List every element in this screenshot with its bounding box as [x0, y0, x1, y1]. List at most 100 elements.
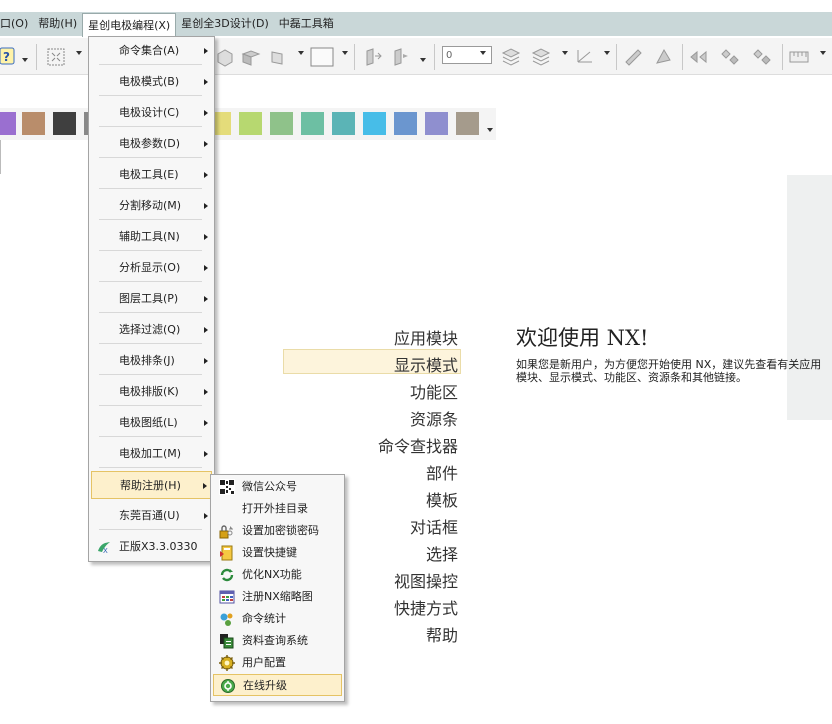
color-swatch[interactable]: [239, 112, 262, 135]
fit-view-icon[interactable]: [46, 46, 68, 68]
menu-item-layer-tools[interactable]: 图层工具(P): [91, 285, 212, 313]
menu-item-aux-tools[interactable]: 辅助工具(N): [91, 223, 212, 251]
submenu-arrow-icon: [204, 48, 208, 54]
welcome-title: 欢迎使用 NX!: [516, 326, 649, 350]
menu-item-electrode-params[interactable]: 电极参数(D): [91, 130, 212, 158]
menu-item-dongguan-baitong[interactable]: 东莞百通(U): [91, 502, 212, 530]
menu-item-electrode-machining[interactable]: 电极加工(M): [91, 440, 212, 468]
menu-item-split-move[interactable]: 分割移动(M): [91, 192, 212, 220]
svg-text:?: ?: [3, 50, 10, 64]
submenu-item-wechat[interactable]: 微信公众号: [213, 476, 342, 498]
wireframe-view-icon[interactable]: [268, 46, 290, 68]
nav-link-resource-bar[interactable]: 资源条: [410, 406, 458, 430]
nav-link-application-modules[interactable]: 应用模块: [394, 325, 458, 349]
user-config-icon: [219, 655, 235, 671]
menu-help[interactable]: 帮助(H): [33, 13, 82, 35]
toolbar-separator: [354, 44, 355, 70]
color-swatch[interactable]: [363, 112, 386, 135]
menu-window[interactable]: 口(O): [0, 13, 33, 35]
nav-link-dialogs[interactable]: 对话框: [410, 514, 458, 538]
nav-link-selection[interactable]: 选择: [426, 541, 458, 565]
submenu-item-data-query[interactable]: 资料查询系统: [213, 630, 342, 652]
layer-settings-icon[interactable]: [500, 46, 522, 68]
chevron-down-icon[interactable]: [298, 51, 304, 55]
chevron-down-icon[interactable]: [487, 128, 493, 132]
submenu-item-command-stats[interactable]: 命令统计: [213, 608, 342, 630]
menu-item-electrode-strip[interactable]: 电极排条(J): [91, 347, 212, 375]
ruler-icon[interactable]: [788, 46, 812, 68]
measure-angle-icon[interactable]: [652, 46, 674, 68]
chevron-down-icon[interactable]: [22, 58, 28, 62]
nav-link-display-mode[interactable]: 显示模式: [394, 352, 458, 376]
toolbar-separator: [434, 44, 435, 70]
chevron-down-icon[interactable]: [480, 51, 486, 55]
section-view-icon[interactable]: [362, 46, 384, 68]
submenu-arrow-icon: [204, 451, 208, 457]
menu-item-command-collection[interactable]: 命令集合(A): [91, 37, 212, 65]
chevron-down-icon[interactable]: [342, 51, 348, 55]
submenu-item-set-dongle-password[interactable]: 设置加密锁密码: [213, 520, 342, 542]
menu-item-electrode-drawing[interactable]: 电极图纸(L): [91, 409, 212, 437]
color-swatch[interactable]: [425, 112, 448, 135]
submenu-item-register-thumbnail[interactable]: 注册NX缩略图: [213, 586, 342, 608]
menu-xingchuang-electrode[interactable]: 星创电极编程(X): [82, 12, 177, 37]
background-color-icon[interactable]: [310, 46, 334, 68]
color-swatch[interactable]: [0, 112, 16, 135]
submenu-item-optimize-nx[interactable]: 优化NX功能: [213, 564, 342, 586]
wcs-icon[interactable]: [572, 46, 598, 68]
submenu-item-user-config[interactable]: 用户配置: [213, 652, 342, 674]
menu-item-electrode-layout[interactable]: 电极排版(K): [91, 378, 212, 406]
color-swatch[interactable]: [53, 112, 76, 135]
chevron-down-icon[interactable]: [562, 51, 568, 55]
shaded-view-icon[interactable]: [240, 46, 262, 68]
color-palette-toolbar: [0, 108, 496, 140]
welcome-description: 如果您是新用户，为方便您开始使用 NX，建议先查看有关应用模块、显示模式、功能区…: [516, 358, 822, 384]
color-swatch[interactable]: [456, 112, 479, 135]
color-swatch[interactable]: [394, 112, 417, 135]
color-swatch[interactable]: [332, 112, 355, 135]
menu-item-electrode-tools[interactable]: 电极工具(E): [91, 161, 212, 189]
show-hide-icon[interactable]: [688, 46, 714, 68]
chevron-down-icon[interactable]: [604, 51, 610, 55]
electrode-programming-menu: 命令集合(A) 电极模式(B) 电极设计(C) 电极参数(D) 电极工具(E) …: [88, 36, 215, 562]
statistics-icon: [219, 611, 235, 627]
help-query-icon[interactable]: ?: [0, 46, 16, 68]
color-swatch[interactable]: [22, 112, 45, 135]
nav-link-help[interactable]: 帮助: [426, 622, 458, 646]
submenu-item-online-upgrade[interactable]: 在线升级: [213, 674, 342, 696]
chevron-down-icon[interactable]: [420, 58, 426, 62]
menu-item-analysis-display[interactable]: 分析显示(O): [91, 254, 212, 282]
color-swatch[interactable]: [301, 112, 324, 135]
view-cube-icon[interactable]: [214, 46, 236, 68]
color-swatch[interactable]: [270, 112, 293, 135]
hide-objects-icon[interactable]: [718, 46, 744, 68]
menu-item-electrode-mode[interactable]: 电极模式(B): [91, 68, 212, 96]
nav-link-command-finder[interactable]: 命令查找器: [378, 433, 458, 457]
optimize-icon: [219, 567, 235, 583]
nav-link-ribbon[interactable]: 功能区: [410, 379, 458, 403]
chevron-down-icon[interactable]: [76, 51, 82, 55]
layer-combo-value: 0: [446, 50, 453, 61]
thumbnail-icon: [219, 589, 235, 605]
menu-item-selection-filter[interactable]: 选择过滤(Q): [91, 316, 212, 344]
menu-xingchuang-3d[interactable]: 星创全3D设计(D): [176, 13, 274, 35]
nav-link-shortcuts[interactable]: 快捷方式: [394, 595, 458, 619]
submenu-arrow-icon: [203, 483, 207, 489]
submenu-item-set-shortcut[interactable]: 设置快捷键: [213, 542, 342, 564]
move-to-layer-icon[interactable]: [530, 46, 552, 68]
left-panel-edge: [0, 140, 1, 174]
edit-section-icon[interactable]: [390, 46, 412, 68]
menu-item-electrode-design[interactable]: 电极设计(C): [91, 99, 212, 127]
show-objects-icon[interactable]: [750, 46, 776, 68]
nav-link-parts[interactable]: 部件: [426, 460, 458, 484]
toolbar-separator: [682, 44, 683, 70]
chevron-down-icon[interactable]: [820, 51, 826, 55]
menu-item-version[interactable]: X 正版X3.3.0330: [91, 533, 212, 561]
submenu-item-open-plugin-dir[interactable]: 打开外挂目录: [213, 498, 342, 520]
nav-link-view-manipulation[interactable]: 视图操控: [394, 568, 458, 592]
menu-item-help-register[interactable]: 帮助注册(H): [91, 471, 212, 499]
layer-combo[interactable]: 0: [442, 46, 492, 64]
nav-link-templates[interactable]: 模板: [426, 487, 458, 511]
menu-zhonglei-toolbox[interactable]: 中磊工具箱: [274, 13, 339, 35]
measure-distance-icon[interactable]: [622, 46, 644, 68]
